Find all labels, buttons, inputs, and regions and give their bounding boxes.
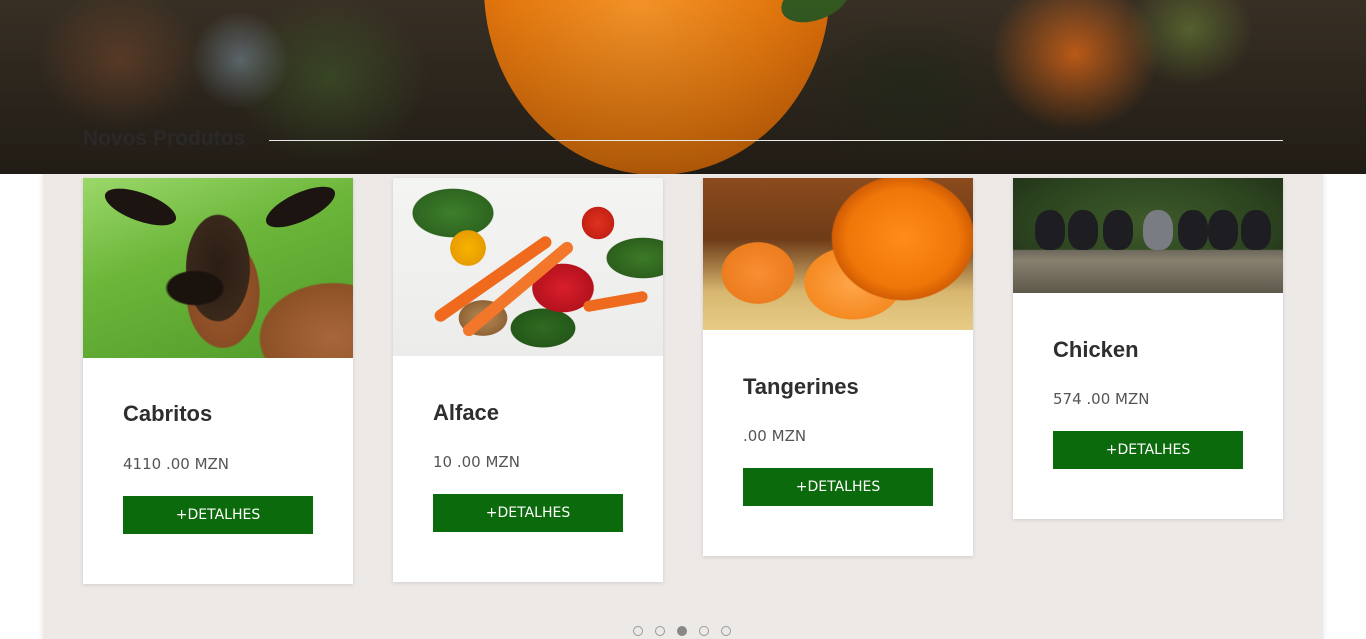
section-divider — [269, 140, 1283, 141]
carousel-pagination — [633, 626, 731, 636]
carousel-dot-4[interactable] — [699, 626, 709, 636]
product-image-tangerines[interactable] — [703, 178, 973, 330]
details-button-alface[interactable]: +DETALHES — [433, 494, 623, 532]
product-price-alface: 10 .00 MZN — [433, 453, 520, 471]
product-image-chickens[interactable] — [1013, 178, 1283, 293]
product-name-cabritos: Cabritos — [123, 401, 213, 426]
details-button-cabritos[interactable]: +DETALHES — [123, 496, 313, 534]
product-image-vegetables[interactable] — [393, 178, 663, 356]
product-name-tangerines: Tangerines — [743, 374, 859, 399]
carousel-dot-3[interactable] — [677, 626, 687, 636]
section-title: Novos Produtos — [83, 127, 246, 150]
product-price-tangerines: .00 MZN — [743, 427, 807, 445]
product-image-goat[interactable] — [83, 178, 353, 358]
carousel-dot-5[interactable] — [721, 626, 731, 636]
product-name-chicken: Chicken — [1053, 337, 1139, 362]
carousel-dot-1[interactable] — [633, 626, 643, 636]
carousel-dot-2[interactable] — [655, 626, 665, 636]
product-price-cabritos: 4110 .00 MZN — [123, 455, 230, 473]
details-button-chicken[interactable]: +DETALHES — [1053, 431, 1243, 469]
product-price-chicken: 574 .00 MZN — [1053, 390, 1150, 408]
details-button-tangerines[interactable]: +DETALHES — [743, 468, 933, 506]
product-name-alface: Alface — [433, 400, 500, 425]
